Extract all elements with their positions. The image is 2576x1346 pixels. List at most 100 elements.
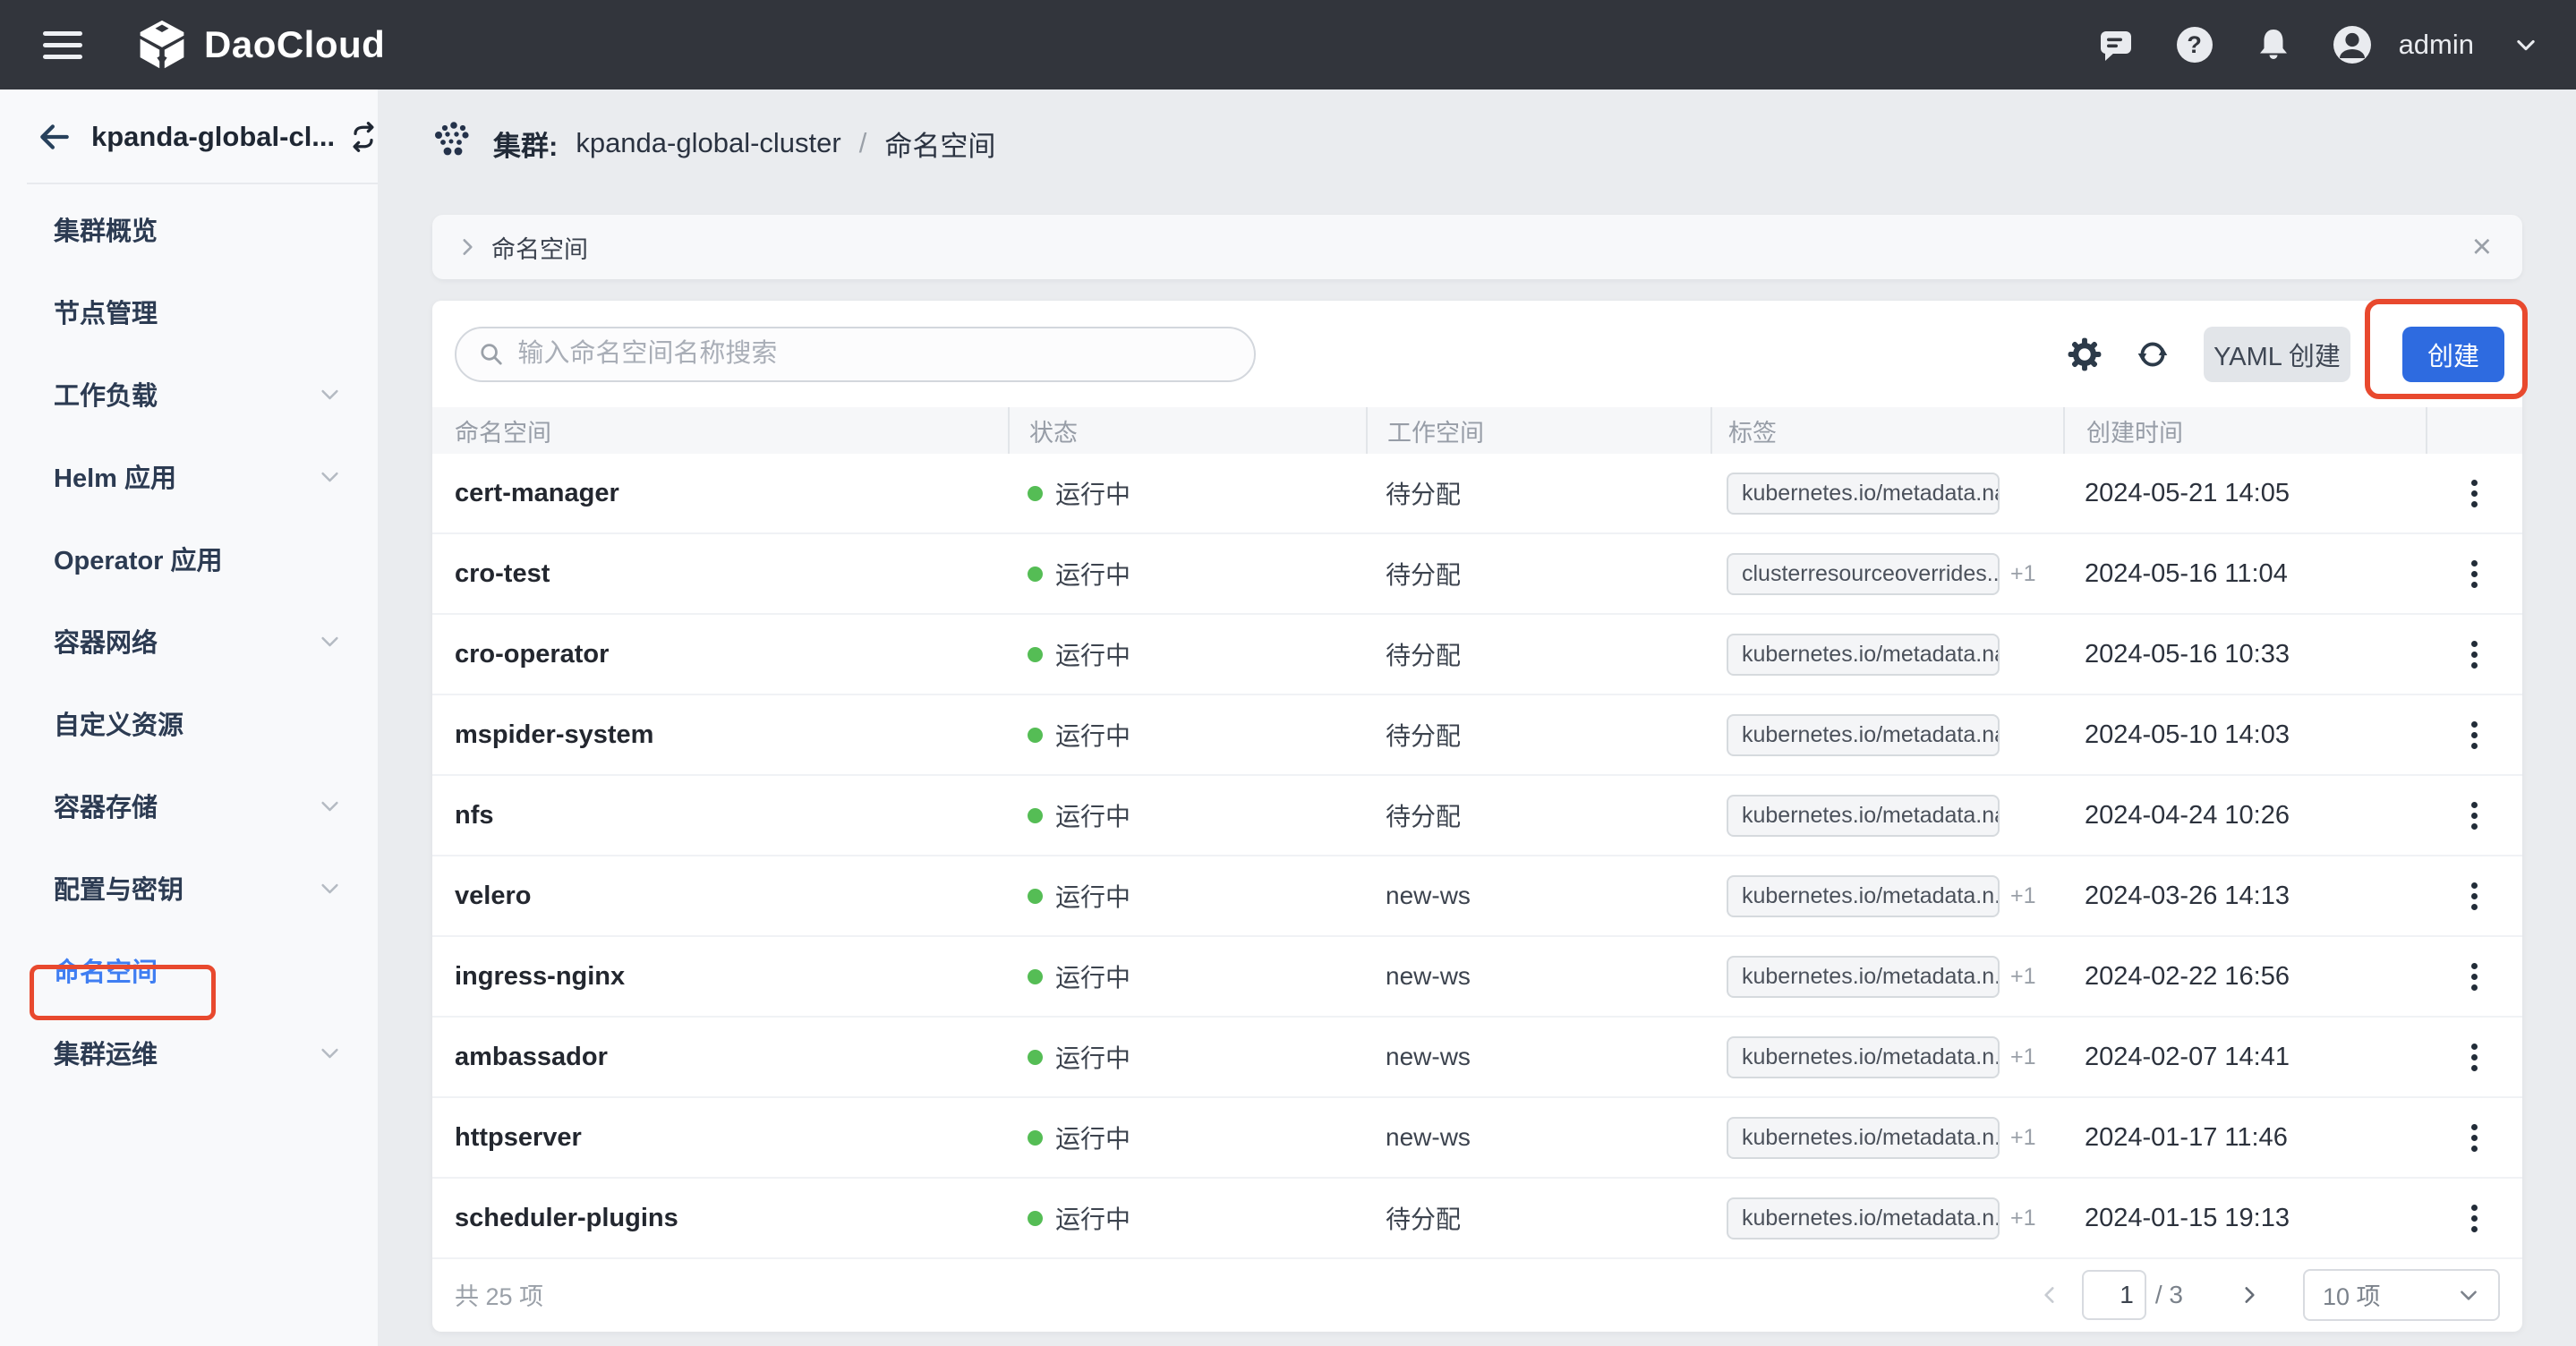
kebab-menu-icon[interactable]	[2459, 953, 2490, 1001]
username[interactable]: admin	[2399, 29, 2474, 61]
sidebar-item-workloads[interactable]: 工作负载	[0, 353, 378, 435]
prev-page-icon[interactable]	[2030, 1275, 2069, 1315]
table-row[interactable]: ambassador 运行中 new-ws kubernetes.io/meta…	[432, 1018, 2522, 1098]
sidebar-item-container-network[interactable]: 容器网络	[0, 600, 378, 682]
column-header-workspace[interactable]: 工作空间	[1366, 407, 1710, 454]
kebab-menu-icon[interactable]	[2459, 711, 2490, 759]
table-row[interactable]: ingress-nginx 运行中 new-ws kubernetes.io/m…	[432, 937, 2522, 1018]
kebab-menu-icon[interactable]	[2459, 1195, 2490, 1242]
namespace-name[interactable]: ingress-nginx	[455, 962, 625, 992]
daocloud-logo[interactable]: DaoCloud	[134, 18, 385, 72]
label-chip[interactable]: kubernetes.io/metadata.nam...	[1727, 713, 2000, 756]
column-header-created[interactable]: 创建时间	[2063, 407, 2426, 454]
switch-cluster-icon[interactable]	[347, 121, 380, 153]
namespace-name[interactable]: nfs	[455, 801, 494, 831]
label-chip[interactable]: kubernetes.io/metadata.nam...	[1727, 472, 2000, 515]
next-page-icon[interactable]	[2230, 1275, 2269, 1315]
column-header-namespace[interactable]: 命名空间	[432, 407, 1008, 454]
refresh-icon[interactable]	[2127, 328, 2179, 380]
page-number-input[interactable]	[2081, 1269, 2146, 1320]
search-icon	[481, 343, 502, 364]
kebab-menu-icon[interactable]	[2459, 792, 2490, 839]
namespace-name[interactable]: velero	[455, 882, 531, 911]
namespace-name[interactable]: httpserver	[455, 1123, 582, 1153]
label-chip[interactable]: kubernetes.io/metadata.n...	[1727, 1197, 2000, 1240]
screen: DaoCloud ? admin kpanda-global-cl... 集群概…	[0, 0, 2576, 1346]
namespace-name[interactable]: ambassador	[455, 1043, 608, 1072]
total-count: 共 25 项	[455, 1283, 544, 1310]
search-box[interactable]	[455, 326, 1256, 382]
kebab-menu-icon[interactable]	[2459, 873, 2490, 920]
workspace-value: new-ws	[1386, 1043, 1471, 1070]
status-dot	[1028, 807, 1043, 823]
sidebar-item-operator-apps[interactable]: Operator 应用	[0, 517, 378, 600]
namespace-name[interactable]: cro-test	[455, 559, 550, 589]
label-chip[interactable]: kubernetes.io/metadata.nam...	[1727, 633, 2000, 676]
namespace-name[interactable]: scheduler-plugins	[455, 1204, 678, 1233]
table-footer: 共 25 项 / 3 10 项	[432, 1259, 2522, 1330]
table-row[interactable]: cert-manager 运行中 待分配 kubernetes.io/metad…	[432, 454, 2522, 534]
chevron-down-icon[interactable]	[2513, 32, 2538, 57]
created-time: 2024-04-24 10:26	[2085, 800, 2290, 830]
kebab-menu-icon[interactable]	[2459, 631, 2490, 678]
sidebar-item-namespaces[interactable]: 命名空间	[0, 929, 378, 1011]
table-row[interactable]: scheduler-plugins 运行中 待分配 kubernetes.io/…	[432, 1179, 2522, 1259]
table-row[interactable]: nfs 运行中 待分配 kubernetes.io/metadata.nam..…	[432, 776, 2522, 856]
avatar[interactable]	[2333, 25, 2372, 64]
column-header-status[interactable]: 状态	[1008, 407, 1366, 454]
sidebar-item-helm-apps[interactable]: Helm 应用	[0, 435, 378, 517]
close-icon[interactable]: ×	[2465, 230, 2499, 264]
workspace-value: new-ws	[1386, 962, 1471, 990]
sidebar-item-node-management[interactable]: 节点管理	[0, 270, 378, 353]
cluster-name[interactable]: kpanda-global-cl...	[91, 121, 335, 153]
sidebar-item-cluster-overview[interactable]: 集群概览	[0, 188, 378, 270]
page-size-select[interactable]: 10 项	[2303, 1268, 2500, 1321]
create-button[interactable]: 创建	[2402, 326, 2504, 382]
table-row[interactable]: velero 运行中 new-ws kubernetes.io/metadata…	[432, 856, 2522, 937]
table-row[interactable]: cro-operator 运行中 待分配 kubernetes.io/metad…	[432, 615, 2522, 695]
namespace-name[interactable]: mspider-system	[455, 720, 653, 750]
extra-labels-count: +1	[2010, 882, 2036, 908]
label-chip[interactable]: kubernetes.io/metadata.n...	[1727, 955, 2000, 998]
label-chip[interactable]: kubernetes.io/metadata.n...	[1727, 1116, 2000, 1159]
workspace-value: new-ws	[1386, 882, 1471, 909]
sidebar-item-cluster-ops[interactable]: 集群运维	[0, 1011, 378, 1094]
created-time: 2024-05-10 14:03	[2085, 720, 2290, 749]
status-text: 运行中	[1055, 803, 1131, 831]
sidebar: kpanda-global-cl... 集群概览 节点管理 工作负载 Helm …	[0, 89, 378, 1346]
column-header-labels[interactable]: 标签	[1710, 407, 2063, 454]
settings-gear-icon[interactable]	[2059, 328, 2111, 380]
sidebar-item-container-storage[interactable]: 容器存储	[0, 764, 378, 847]
kebab-menu-icon[interactable]	[2459, 550, 2490, 598]
kebab-menu-icon[interactable]	[2459, 1114, 2490, 1162]
label-chip[interactable]: kubernetes.io/metadata.n...	[1727, 1035, 2000, 1078]
kebab-menu-icon[interactable]	[2459, 470, 2490, 517]
table-row[interactable]: mspider-system 运行中 待分配 kubernetes.io/met…	[432, 695, 2522, 776]
kebab-menu-icon[interactable]	[2459, 1034, 2490, 1081]
help-icon[interactable]: ?	[2175, 25, 2214, 64]
sidebar-item-config-secrets[interactable]: 配置与密钥	[0, 847, 378, 929]
status-dot	[1028, 485, 1043, 501]
namespace-name[interactable]: cert-manager	[455, 479, 619, 508]
label-chip[interactable]: kubernetes.io/metadata.nam...	[1727, 794, 2000, 837]
hamburger-menu-icon[interactable]	[43, 24, 82, 66]
breadcrumb-cluster-link[interactable]: kpanda-global-cluster	[576, 127, 840, 159]
namespace-card: YAML 创建 创建 命名空间 状态 工作空间 标签 创建时间 cert-man…	[432, 301, 2522, 1332]
status-text: 运行中	[1055, 561, 1131, 589]
chevron-down-icon	[321, 389, 338, 399]
table-row[interactable]: cro-test 运行中 待分配 clusterresourceoverride…	[432, 534, 2522, 615]
namespace-name[interactable]: cro-operator	[455, 640, 609, 669]
message-icon[interactable]	[2096, 25, 2136, 64]
cluster-selector: kpanda-global-cl...	[0, 89, 378, 184]
tab-namespaces[interactable]: 命名空间 ×	[432, 215, 2522, 279]
table-row[interactable]: httpserver 运行中 new-ws kubernetes.io/meta…	[432, 1098, 2522, 1179]
sidebar-item-custom-resources[interactable]: 自定义资源	[0, 682, 378, 764]
back-arrow-icon[interactable]	[38, 120, 72, 154]
label-chip[interactable]: kubernetes.io/metadata.n...	[1727, 874, 2000, 917]
extra-labels-count: +1	[2010, 1205, 2036, 1231]
breadcrumb-separator: /	[858, 127, 867, 158]
label-chip[interactable]: clusterresourceoverrides....	[1727, 552, 2000, 595]
search-input[interactable]	[517, 339, 1233, 369]
bell-icon[interactable]	[2254, 25, 2293, 64]
yaml-create-button[interactable]: YAML 创建	[2204, 326, 2350, 382]
